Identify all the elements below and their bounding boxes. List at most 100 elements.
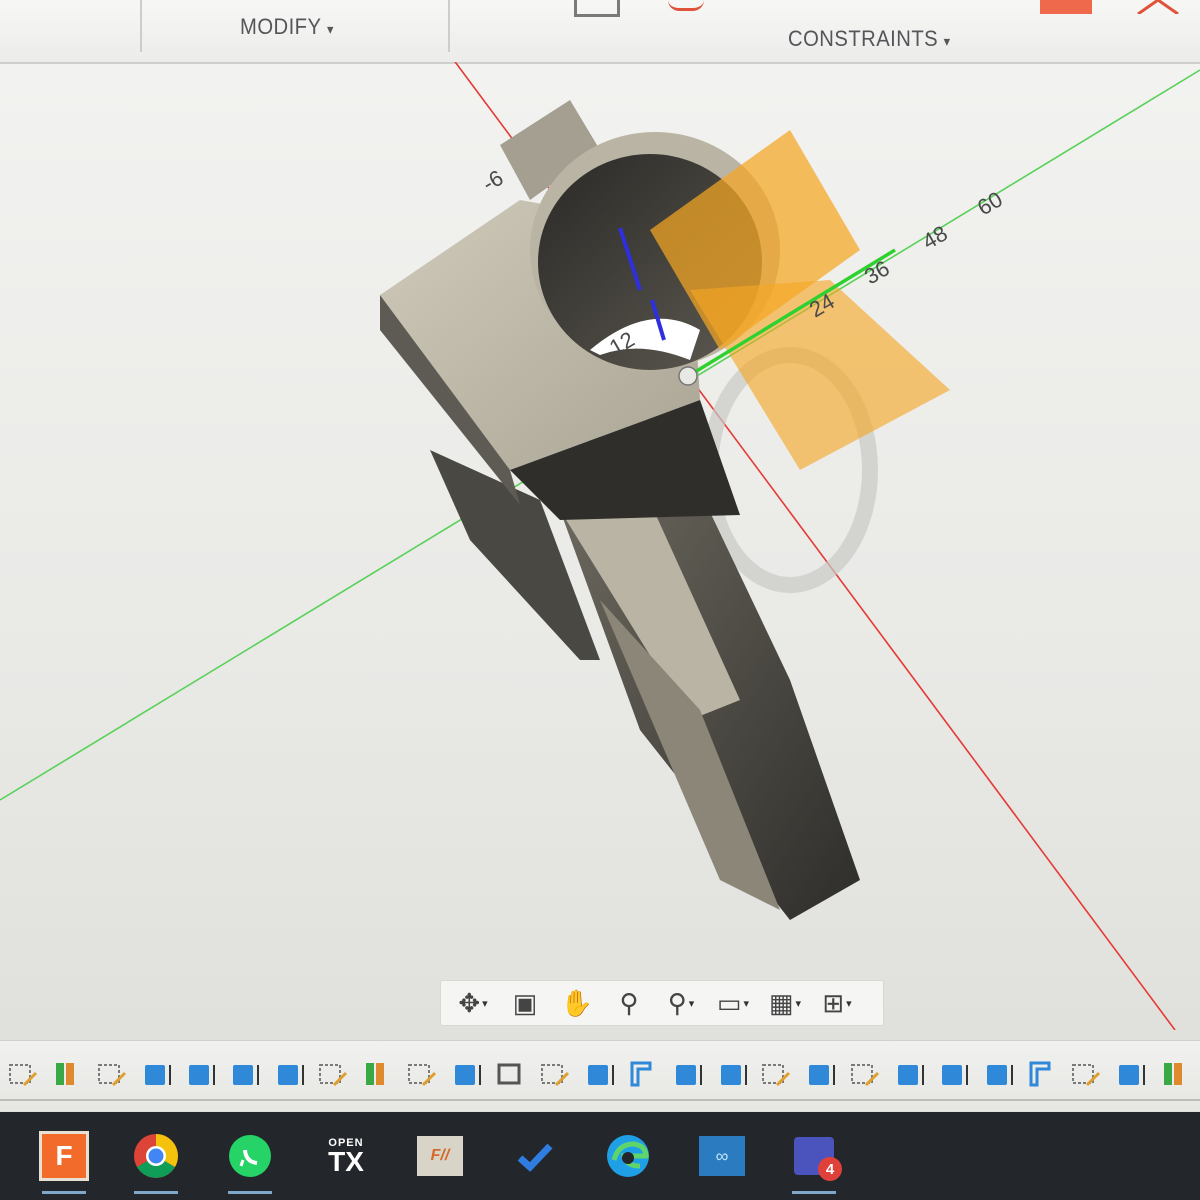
timeline-item-body[interactable] [137, 1057, 181, 1091]
timeline-item-sketch[interactable] [403, 1057, 447, 1091]
running-indicator [228, 1191, 272, 1194]
orbit-button[interactable]: ✥ ▾ [447, 983, 499, 1023]
body-icon [1119, 1065, 1146, 1085]
sketch-icon [762, 1064, 791, 1087]
constraints-label: CONSTRAINTS [788, 26, 939, 51]
feature-icon [56, 1063, 75, 1085]
display-settings-button[interactable]: ▭ ▾ [707, 983, 759, 1023]
timeline-item-body[interactable] [801, 1057, 845, 1091]
taskbar-fusion360[interactable]: F [36, 1128, 92, 1194]
body-icon [189, 1065, 216, 1085]
top-toolbar: MODIFY ▾ CONSTRAINTS ▾ [0, 0, 1200, 64]
running-indicator [134, 1191, 178, 1194]
grid-label: 36 [860, 255, 894, 289]
body-icon [676, 1065, 703, 1085]
modify-menu[interactable]: MODIFY ▾ [240, 14, 334, 40]
grid-settings-button[interactable]: ▦ ▾ [759, 983, 811, 1023]
timeline-item-feature[interactable] [1156, 1057, 1200, 1091]
pan-icon: ✋ [560, 987, 594, 1018]
timeline-item-constraint[interactable] [979, 1057, 1023, 1091]
timeline-item-sketch[interactable] [314, 1057, 358, 1091]
timeline-item-body[interactable] [270, 1057, 314, 1091]
running-indicator [42, 1191, 86, 1194]
chevron-down-icon: ▾ [688, 997, 695, 1010]
fusion360-icon: F [39, 1131, 89, 1181]
body-icon [233, 1065, 260, 1085]
timeline-item-body[interactable] [713, 1057, 757, 1091]
zoom-window-button[interactable]: ⚲ ▾ [655, 983, 707, 1023]
feature-icon [366, 1063, 385, 1085]
sketch-icon [850, 1064, 879, 1087]
taskbar-edge[interactable] [600, 1128, 656, 1184]
grid-icon: ▦ [768, 987, 794, 1018]
combine-icon [497, 1063, 521, 1085]
chevron-down-icon: ▾ [795, 997, 802, 1010]
finish-sketch-icon[interactable] [1040, 0, 1092, 14]
timeline-item-sketch[interactable] [1067, 1057, 1111, 1091]
look-at-button[interactable]: ▣ [499, 983, 551, 1023]
sketch-icon [407, 1064, 436, 1087]
body-icon [454, 1065, 481, 1085]
sketch-icon [1072, 1064, 1101, 1087]
body-icon [942, 1065, 969, 1085]
timeline-item-body[interactable] [580, 1057, 624, 1091]
timeline-item-body[interactable] [181, 1057, 225, 1091]
taskbar: F OPEN TX F// ∞ 4 [0, 1112, 1200, 1200]
todo-check-icon [517, 1143, 553, 1172]
viewports-button[interactable]: ⊞ ▾ [811, 983, 863, 1023]
timeline-item-body[interactable] [934, 1057, 978, 1091]
taskbar-arduino[interactable]: ∞ [694, 1128, 750, 1184]
timeline-item-sketch[interactable] [846, 1057, 890, 1091]
constraints-menu[interactable]: CONSTRAINTS ▾ [788, 26, 951, 52]
timeline-item-feature[interactable] [358, 1057, 402, 1091]
chevron-down-icon: ▾ [326, 21, 334, 37]
taskbar-chrome[interactable] [128, 1128, 184, 1194]
zoom-icon: ⚲ [619, 987, 639, 1018]
timeline-item-feature[interactable] [48, 1057, 92, 1091]
timeline-item-sketch[interactable] [757, 1057, 801, 1091]
inspect-icon[interactable] [1128, 0, 1188, 16]
timeline-item-body[interactable] [1111, 1057, 1155, 1091]
timeline-item-plane[interactable] [624, 1057, 668, 1091]
viewports-icon: ⊞ [822, 987, 845, 1018]
arduino-icon: ∞ [699, 1136, 745, 1176]
taskbar-fusion-app[interactable]: F// [412, 1128, 468, 1184]
taskbar-todo[interactable] [506, 1128, 562, 1184]
canvas-viewport[interactable]: -6 12 24 36 48 60 [0, 62, 1200, 1030]
timeline-item-combine[interactable] [491, 1057, 535, 1091]
timeline-item-body[interactable] [225, 1057, 269, 1091]
edge-icon [607, 1135, 649, 1177]
opentx-label-bottom: TX [328, 1146, 364, 1177]
toolbar-separator [140, 0, 142, 52]
sketch-icon [97, 1064, 126, 1087]
pan-button[interactable]: ✋ [551, 983, 603, 1023]
plane-icon [630, 1061, 652, 1087]
chevron-down-icon: ▾ [846, 997, 852, 1010]
zoom-button[interactable]: ⚲ [603, 983, 655, 1023]
timeline-item-plane[interactable] [1023, 1057, 1067, 1091]
arc-tool-icon[interactable] [668, 0, 704, 11]
timeline-item-body[interactable] [890, 1057, 934, 1091]
origin-point[interactable] [678, 366, 698, 386]
chevron-down-icon: ▾ [482, 997, 488, 1010]
display-settings-icon: ▭ [716, 987, 742, 1018]
taskbar-opentx[interactable]: OPEN TX [318, 1128, 374, 1184]
chrome-icon [134, 1134, 178, 1178]
taskbar-whatsapp[interactable] [222, 1128, 278, 1194]
sketch-tool-icon[interactable] [574, 0, 620, 17]
timeline-item-sketch[interactable] [4, 1057, 48, 1091]
sketch-icon [319, 1064, 348, 1087]
timeline-item-body[interactable] [447, 1057, 491, 1091]
grid-label: 48 [918, 220, 952, 254]
grid-label: -6 [478, 165, 507, 196]
timeline-item-body[interactable] [668, 1057, 712, 1091]
notification-badge: 4 [818, 1157, 842, 1181]
body-icon [144, 1065, 171, 1085]
timeline-item-sketch[interactable] [536, 1057, 580, 1091]
taskbar-teams[interactable]: 4 [786, 1128, 842, 1194]
zoom-window-icon: ⚲ [667, 987, 687, 1018]
whatsapp-icon [229, 1135, 271, 1177]
body-icon [720, 1065, 747, 1085]
timeline-item-sketch[interactable] [93, 1057, 137, 1091]
look-at-icon: ▣ [512, 987, 538, 1018]
